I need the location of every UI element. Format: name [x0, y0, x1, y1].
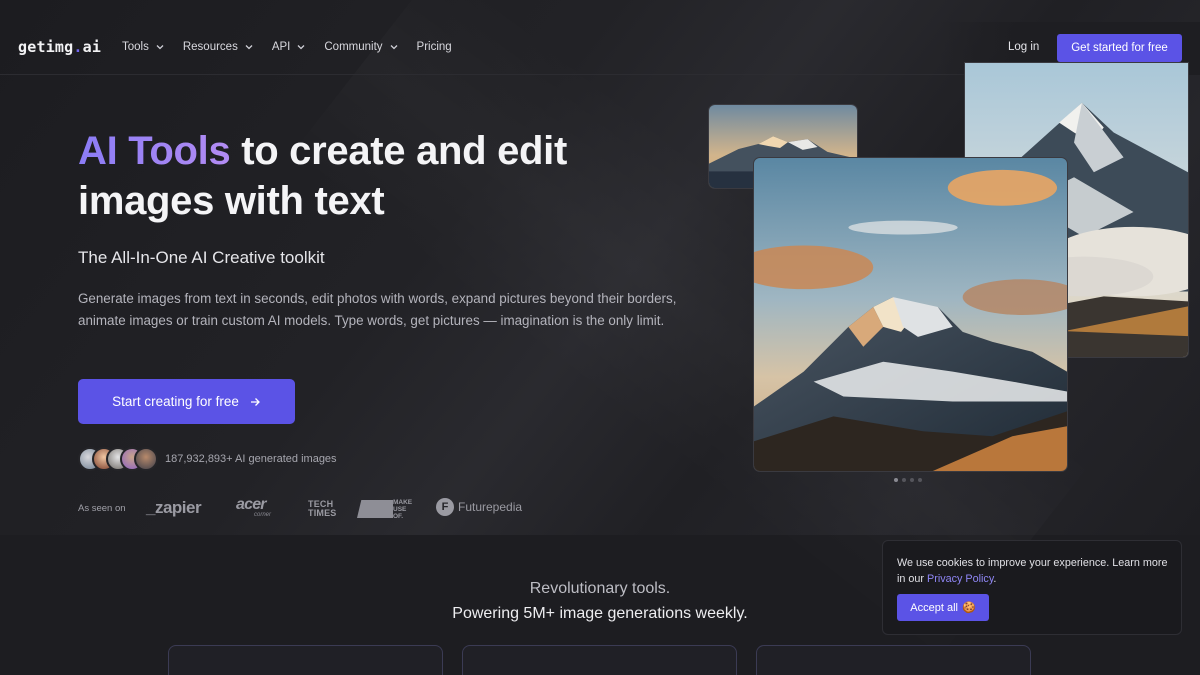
avatar — [134, 447, 158, 471]
chevron-down-icon — [156, 45, 164, 50]
futurepedia-icon: F — [436, 498, 454, 516]
carousel-dots — [894, 478, 922, 482]
headline-text-1: to create and edit — [230, 129, 568, 173]
futurepedia-logo: Futurepedia — [458, 500, 523, 514]
nav-item-label: Resources — [182, 41, 238, 53]
nav-item-label: Tools — [122, 41, 149, 53]
mountain-main-image[interactable] — [753, 157, 1068, 472]
nav-item-label: API — [271, 41, 291, 53]
acer-corner-label: corner — [254, 512, 272, 518]
as-seen-on-label: As seen on — [78, 503, 126, 514]
nav-links: Tools Resources API Community Pricing — [122, 41, 452, 53]
chevron-down-icon — [297, 45, 305, 50]
carousel-dot[interactable] — [918, 478, 922, 482]
nav-item-community[interactable]: Community — [324, 41, 398, 53]
hero-subheadline: The All-In-One AI Creative toolkit — [78, 248, 325, 267]
chevron-down-icon — [245, 45, 253, 50]
cookie-banner: We use cookies to improve your experienc… — [882, 540, 1182, 635]
makeuseof-line-3: OF. — [393, 513, 404, 520]
accept-label: Accept all — [910, 601, 958, 614]
carousel-dot[interactable] — [902, 478, 906, 482]
logo-dot: . — [73, 38, 83, 56]
user-avatars — [78, 447, 158, 471]
tool-card[interactable] — [756, 645, 1031, 675]
zapier-logo: _zapier — [146, 498, 202, 517]
carousel-dot[interactable] — [894, 478, 898, 482]
hero-section: getimg.ai Tools Resources API Community … — [0, 0, 1200, 665]
nav-item-pricing[interactable]: Pricing — [417, 41, 452, 53]
start-creating-button[interactable]: Start creating for free — [78, 379, 295, 424]
cookie-text-end: . — [993, 573, 997, 585]
get-started-button[interactable]: Get started for free — [1057, 34, 1182, 62]
nav-item-label: Pricing — [416, 41, 452, 53]
techtimes-line-2: TIMES — [308, 508, 337, 518]
hero-description: Generate images from text in seconds, ed… — [78, 291, 677, 328]
cookie-icon: 🍪 — [962, 602, 976, 614]
login-link[interactable]: Log in — [1008, 41, 1039, 53]
tool-card[interactable] — [462, 645, 737, 675]
carousel-dot[interactable] — [910, 478, 914, 482]
tool-card[interactable] — [168, 645, 443, 675]
arrow-right-icon — [250, 397, 260, 406]
logo-text: getimg — [18, 38, 74, 56]
headline-accent: AI Tools — [78, 129, 231, 173]
accept-cookies-button[interactable]: Accept all 🍪 — [897, 594, 989, 621]
nav-item-api[interactable]: API — [272, 41, 307, 53]
nav-item-label: Community — [324, 41, 383, 53]
nav-item-resources[interactable]: Resources — [183, 41, 254, 53]
techtimes-logo: TECH TIMES — [308, 500, 337, 518]
headline-text-2: images with text — [78, 179, 385, 223]
generated-images-count: 187,932,893+ AI generated images — [165, 453, 337, 465]
makeuseof-line-1: MAKE — [393, 499, 413, 506]
cta-label: Start creating for free — [112, 394, 239, 409]
nav-item-tools[interactable]: Tools — [122, 41, 165, 53]
privacy-policy-link[interactable]: Privacy Policy — [927, 573, 993, 585]
chevron-down-icon — [390, 45, 397, 50]
logo-tld: ai — [82, 38, 102, 56]
hero-headline: AI Tools to create and edit images with t… — [78, 126, 678, 226]
makeuseof-line-2: USE — [393, 506, 407, 513]
makeuseof-logo: MAKE USE OF. — [393, 499, 412, 520]
cookie-message: We use cookies to improve your experienc… — [897, 555, 1172, 587]
makeuseof-logo-mark — [357, 500, 393, 518]
logo[interactable]: getimg.ai — [18, 38, 101, 56]
